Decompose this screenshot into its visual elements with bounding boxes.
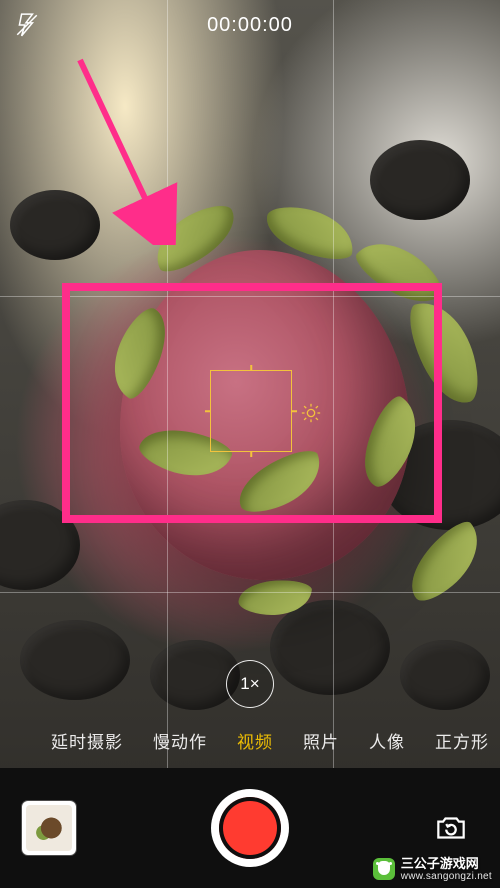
recording-timer: 00:00:00 — [207, 14, 293, 37]
camera-screen: 00:00:00 1× 延时摄影 慢动作 — [0, 0, 500, 888]
watermark-url: www.sangongzi.net — [401, 871, 492, 882]
exposure-slider-icon[interactable] — [300, 402, 322, 424]
mode-square[interactable]: 正方形 — [435, 728, 489, 753]
watermark: 三公子游戏网 www.sangongzi.net — [373, 857, 492, 882]
mode-portrait[interactable]: 人像 — [369, 728, 405, 753]
flash-toggle[interactable] — [12, 10, 42, 40]
zoom-toggle[interactable]: 1× — [226, 660, 274, 708]
camera-flip-icon — [432, 809, 470, 847]
sun-icon — [300, 402, 322, 424]
watermark-title: 三公子游戏网 — [401, 857, 479, 871]
record-button-inner — [219, 797, 281, 859]
flash-off-icon — [14, 12, 40, 38]
record-button[interactable] — [211, 789, 289, 867]
zoom-label: 1× — [240, 674, 259, 694]
top-bar: 00:00:00 — [0, 0, 500, 50]
mode-timelapse[interactable]: 延时摄影 — [51, 728, 123, 753]
last-photo-thumbnail[interactable] — [22, 801, 76, 855]
watermark-logo-icon — [373, 858, 395, 880]
mode-photo[interactable]: 照片 — [303, 728, 339, 753]
camera-flip-button[interactable] — [424, 801, 478, 855]
mode-selector[interactable]: 延时摄影 慢动作 视频 照片 人像 正方形 — [0, 728, 500, 753]
focus-indicator[interactable] — [210, 370, 292, 452]
mode-slomo[interactable]: 慢动作 — [153, 728, 207, 753]
mode-video[interactable]: 视频 — [237, 728, 273, 753]
